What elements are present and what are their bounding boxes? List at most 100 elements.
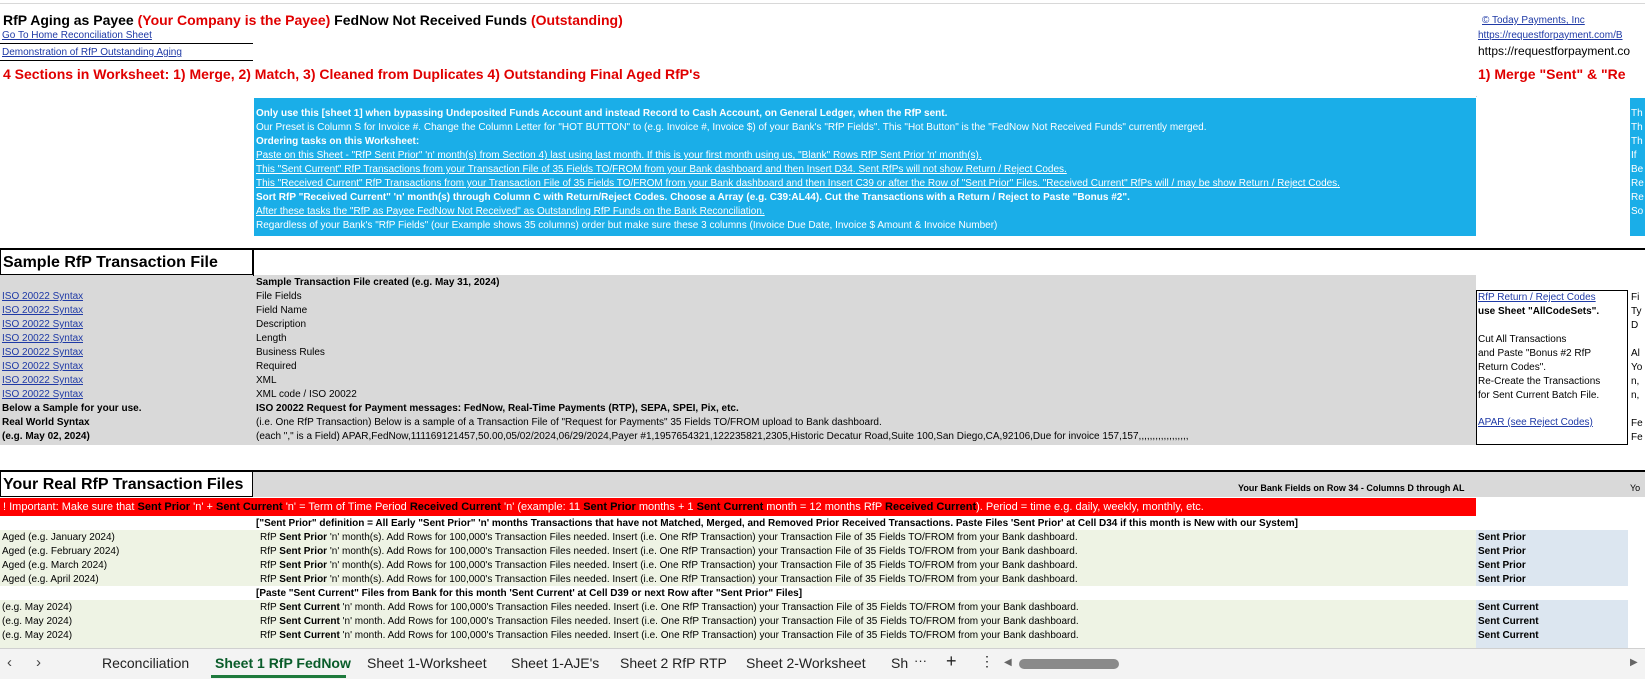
sample-field-row: Required	[256, 361, 297, 372]
sent-tag: Sent Current	[1478, 602, 1539, 613]
page-title: RfP Aging as Payee (Your Company is the …	[3, 11, 623, 29]
sheet-tab[interactable]: Sheet 1-Worksheet	[367, 655, 487, 671]
iso-messages: ISO 20022 Request for Payment messages: …	[256, 403, 739, 414]
sheet-tab[interactable]: Sh	[891, 655, 908, 671]
title-payee-text: (Your Company is the Payee)	[137, 12, 331, 28]
divider	[253, 250, 254, 276]
row-text-body: 'n' month(s). Add Rows for 100,000's Tra…	[327, 546, 1078, 557]
sheet-tab[interactable]: Sheet 1-AJE's	[511, 655, 599, 671]
iso-syntax-link[interactable]: ISO 20022 Syntax	[2, 304, 83, 318]
bank-fields-note: Your Bank Fields on Row 34 - Columns D t…	[1238, 483, 1465, 493]
important-fragment: Received Current	[885, 501, 977, 513]
iso-syntax-link[interactable]: ISO 20022 Syntax	[2, 332, 83, 346]
aged-row-label: (e.g. May 2024)	[2, 630, 73, 641]
sheet-tab[interactable]: Sheet 2 RfP RTP	[620, 655, 727, 671]
date-example: (e.g. May 02, 2024)	[2, 431, 90, 442]
aged-row-label: Aged (e.g. January 2024)	[2, 532, 115, 543]
row-text-body: 'n' month. Add Rows for 100,000's Transa…	[339, 616, 1079, 627]
title-fednow-text: FedNow Not Received Funds	[330, 12, 531, 28]
important-fragment: ). Period = time e.g. daily, weekly, mon…	[976, 501, 1204, 513]
iso-syntax-link[interactable]: ISO 20022 Syntax	[2, 374, 83, 388]
reject-codes-link[interactable]: RfP Return / Reject Codes	[1478, 291, 1596, 305]
aged-row-label: (e.g. May 2024)	[2, 602, 73, 613]
row-text-prefix: RfP	[260, 532, 280, 543]
row-text-tag: Sent Current	[279, 616, 340, 627]
horizontal-scrollbar-thumb[interactable]	[1019, 659, 1119, 669]
instruction-line: Paste on this Sheet - "RfP Sent Prior" '…	[256, 150, 982, 161]
company-link[interactable]: © Today Payments, Inc	[1482, 14, 1585, 28]
sample-heading: Sample RfP Transaction File	[3, 254, 218, 271]
iso-syntax-link[interactable]: ISO 20022 Syntax	[2, 360, 83, 374]
instruction-right-fragment: Th	[1631, 136, 1643, 147]
merge-heading: 1) Merge "Sent" & "Re	[1478, 66, 1626, 82]
far-right-fragment: D	[1631, 320, 1639, 331]
sheet-tab-bar: ‹ › Reconciliation Sheet 1 RfP FedNow Shee…	[0, 648, 1645, 679]
sheet-menu-icon[interactable]: ⋮	[980, 653, 994, 670]
sections-heading: 4 Sections in Worksheet: 1) Merge, 2) Ma…	[3, 66, 701, 82]
instruction-line: Regardless of your Bank's "RfP Fields" (…	[256, 220, 998, 231]
important-fragment: months + 1	[635, 501, 697, 513]
instruction-right-fragment: Re	[1631, 192, 1644, 203]
more-sheets-icon[interactable]: ···	[914, 653, 927, 668]
iso-syntax-link[interactable]: ISO 20022 Syntax	[2, 388, 83, 402]
sent-tag: Sent Prior	[1478, 560, 1526, 571]
rfp-url-text: https://requestforpayment.co	[1478, 44, 1631, 58]
scroll-left-icon[interactable]: ◀	[1004, 657, 1012, 668]
aged-row-text: RfP Sent Current 'n' month. Add Rows for…	[260, 601, 1474, 615]
cut-note-line: Re-Create the Transactions	[1478, 376, 1601, 387]
apar-link[interactable]: APAR (see Reject Codes)	[1478, 416, 1593, 430]
sheet-tab[interactable]: Sheet 1 RfP FedNow	[215, 655, 351, 671]
cut-note-line: Return Codes".	[1478, 362, 1547, 373]
iso-syntax-link[interactable]: ISO 20022 Syntax	[2, 318, 83, 332]
instruction-line: This "Sent Current" RfP Transactions fro…	[256, 164, 1067, 175]
demo-link[interactable]: Demonstration of RfP Outstanding Aging	[2, 46, 182, 60]
important-fragment: 'n' +	[190, 501, 217, 513]
sent-tag: Sent Prior	[1478, 532, 1526, 543]
home-reconciliation-link[interactable]: Go To Home Reconciliation Sheet	[2, 29, 152, 43]
add-sheet-icon[interactable]: +	[946, 651, 957, 672]
far-right-fragment: Fe	[1631, 418, 1643, 429]
row-text-tag: Sent Prior	[279, 560, 328, 571]
instruction-right-fragment: Th	[1631, 108, 1643, 119]
next-sheet-icon[interactable]: ›	[36, 654, 41, 671]
prev-sheet-icon[interactable]: ‹	[7, 654, 12, 671]
divider	[0, 43, 253, 44]
row-text-body: 'n' month(s). Add Rows for 100,000's Tra…	[327, 532, 1078, 543]
important-fragment: 'n' (example: 11	[500, 501, 584, 513]
sheet-tab[interactable]: Sheet 2-Worksheet	[746, 655, 866, 671]
rfp-url-link[interactable]: https://requestforpayment.com/B	[1478, 29, 1645, 43]
row-text-prefix: RfP	[260, 602, 280, 613]
instruction-line: Only use this [sheet 1] when bypassing U…	[256, 108, 948, 119]
far-right-fragment: Yo	[1631, 362, 1643, 373]
aged-row-label: (e.g. May 2024)	[2, 616, 73, 627]
important-fragment: 'n' = Term of Time Period	[282, 501, 410, 513]
instruction-line: After these tasks the "RfP as Payee FedN…	[256, 206, 765, 217]
spreadsheet-grid[interactable]: RfP Aging as Payee (Your Company is the …	[0, 0, 1645, 648]
scroll-right-icon[interactable]: ▶	[1630, 657, 1638, 668]
row-text-prefix: RfP	[260, 574, 280, 585]
title-outstanding-text: (Outstanding)	[531, 12, 623, 28]
sent-tag: Sent Current	[1478, 630, 1539, 641]
important-fragment: Received Current	[409, 501, 501, 513]
csv-sample-line: (each "," is a Field) APAR,FedNow,111169…	[256, 431, 1189, 442]
cut-note-line: and Paste "Bonus #2 RfP	[1478, 348, 1592, 359]
paste-current-note: [Paste "Sent Current" Files from Bank fo…	[256, 588, 803, 599]
iso-syntax-link[interactable]: ISO 20022 Syntax	[2, 290, 83, 304]
instruction-right-fragment: So	[1631, 206, 1644, 217]
row-text-tag: Sent Prior	[279, 574, 328, 585]
far-right-fragment: Fi	[1631, 292, 1640, 303]
sheet-tab[interactable]: Reconciliation	[102, 655, 189, 671]
important-fragment: Sent Current	[696, 501, 764, 513]
row-text-prefix: RfP	[260, 560, 280, 571]
cut-note-line: for Sent Current Batch File.	[1478, 390, 1600, 401]
aged-row-text: RfP Sent Prior 'n' month(s). Add Rows fo…	[260, 573, 1474, 587]
important-note: ! Important: Make sure that Sent Prior '…	[3, 500, 1204, 514]
sent-prior-definition: ["Sent Prior" definition = All Early "Se…	[256, 518, 1298, 529]
aged-row-text: RfP Sent Prior 'n' month(s). Add Rows fo…	[260, 545, 1474, 559]
sample-field-row: Field Name	[256, 305, 308, 316]
far-right-yo: Yo	[1630, 483, 1641, 493]
iso-syntax-link[interactable]: ISO 20022 Syntax	[2, 346, 83, 360]
divider	[1476, 96, 1477, 97]
sample-field-row: Length	[256, 333, 287, 344]
active-tab-indicator	[211, 675, 346, 678]
